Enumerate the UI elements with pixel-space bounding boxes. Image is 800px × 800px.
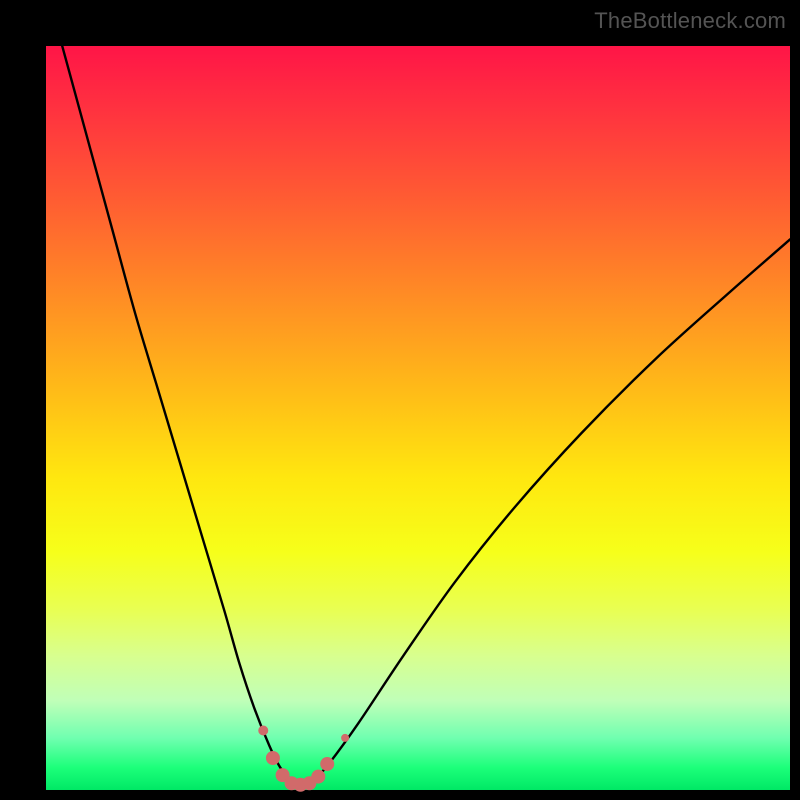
valley-marker — [311, 770, 325, 784]
watermark-text: TheBottleneck.com — [594, 8, 786, 34]
main-curve — [46, 0, 790, 785]
valley-marker-group — [258, 725, 349, 791]
curve-group — [46, 0, 790, 785]
plot-area — [46, 46, 790, 790]
valley-marker — [341, 734, 349, 742]
valley-marker — [266, 751, 280, 765]
valley-marker — [320, 757, 334, 771]
valley-marker — [258, 725, 268, 735]
chart-frame: TheBottleneck.com — [0, 0, 800, 800]
plot-svg — [46, 46, 790, 790]
